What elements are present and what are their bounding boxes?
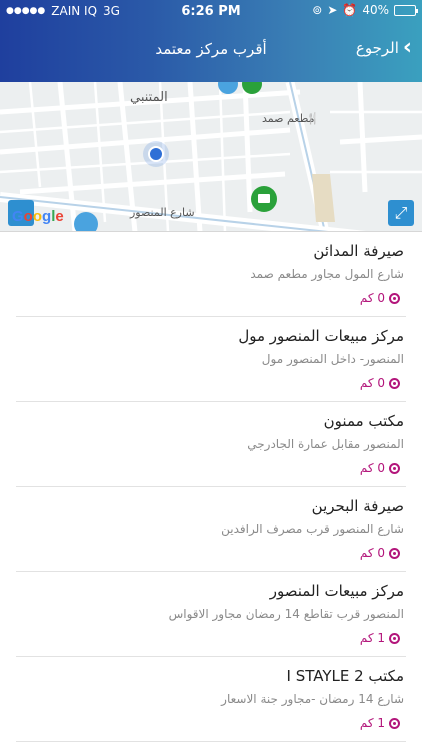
centers-list: صيرفة المدائن شارع المول مجاور مطعم صمد …	[0, 232, 422, 750]
restaurant-icon: 🍴	[306, 112, 320, 125]
list-item[interactable]: مكتب I STAYLE 2 شارع 14 رمضان -مجاور جنة…	[16, 657, 406, 742]
center-distance: 0 كم	[16, 376, 406, 390]
center-name: صيرفة البحرين	[311, 497, 404, 515]
center-distance: 0 كم	[16, 291, 406, 305]
app-header: ●●●●● ZAIN IQ 3G 6:26 PM ⊚ ➤ ⏰ 40% أقرب …	[0, 0, 422, 82]
center-address: شارع 14 رمضان -مجاور جنة الاسعار	[221, 692, 404, 706]
distance-value: 0 كم	[359, 461, 385, 475]
location-pin-icon	[389, 462, 400, 474]
location-pin-icon	[389, 292, 400, 304]
location-arrow-icon: ➤	[327, 3, 338, 17]
center-name: صيرفة المدائن	[313, 242, 404, 260]
status-right: ⊚ ➤ ⏰ 40%	[312, 3, 418, 17]
list-item[interactable]: صيرفة المدائن شارع المول مجاور مطعم صمد …	[16, 232, 406, 317]
center-distance: 0 كم	[16, 461, 406, 475]
map-label-street: شارع المنصور	[130, 206, 195, 219]
list-item[interactable]: مركز مبيعات المنصور المنصور قرب تقاطع 14…	[16, 572, 406, 657]
battery-percent: 40%	[362, 3, 389, 17]
center-distance: 1 كم	[16, 631, 406, 645]
center-distance: 1 كم	[16, 716, 406, 730]
center-name: مكتب I STAYLE 2	[286, 667, 404, 685]
center-address: المنصور مقابل عمارة الجادرجي	[247, 437, 404, 451]
list-item[interactable]: مكتب ممنون المنصور مقابل عمارة الجادرجي …	[16, 402, 406, 487]
back-label: الرجوع	[355, 39, 399, 57]
center-address: المنصور- داخل المنصور مول	[261, 352, 404, 366]
map-view[interactable]: المتنبي مطعم صمد 🍴 شارع المنصور Google ⤢	[0, 82, 422, 232]
location-pin-icon	[389, 547, 400, 559]
distance-value: 0 كم	[359, 376, 385, 390]
center-name: مركز مبيعات المنصور	[269, 582, 404, 600]
title-bar: أقرب مركز معتمد › الرجوع	[0, 32, 422, 68]
expand-map-icon[interactable]: ⤢	[388, 200, 414, 226]
center-distance: 0 كم	[16, 546, 406, 560]
location-pin-icon	[389, 632, 400, 644]
location-pin-icon	[389, 377, 400, 389]
center-address: شارع المنصور قرب مصرف الرافدين	[221, 522, 404, 536]
status-bar: ●●●●● ZAIN IQ 3G 6:26 PM ⊚ ➤ ⏰ 40%	[0, 0, 422, 22]
list-item[interactable]: صيرفة البحرين شارع المنصور قرب مصرف الرا…	[16, 487, 406, 572]
battery-icon	[394, 4, 418, 16]
back-button[interactable]: › الرجوع	[355, 35, 412, 60]
center-name: مركز مبيعات المنصور مول	[238, 327, 404, 345]
distance-value: 1 كم	[359, 716, 385, 730]
alarm-icon: ⏰	[342, 3, 358, 17]
lock-rotation-icon: ⊚	[312, 3, 323, 17]
google-logo: Google	[12, 208, 64, 225]
map-label-district: المتنبي	[130, 90, 168, 105]
distance-value: 1 كم	[359, 631, 385, 645]
chevron-right-icon: ›	[402, 35, 412, 60]
center-name: مكتب ممنون	[323, 412, 404, 430]
center-address: المنصور قرب تقاطع 14 رمضان مجاور الاقواس	[168, 607, 404, 621]
location-pin-icon	[389, 717, 400, 729]
center-address: شارع المول مجاور مطعم صمد	[250, 267, 404, 281]
list-item[interactable]: مركز مبيعات المنصور مول المنصور- داخل ال…	[16, 317, 406, 402]
distance-value: 0 كم	[359, 546, 385, 560]
distance-value: 0 كم	[359, 291, 385, 305]
